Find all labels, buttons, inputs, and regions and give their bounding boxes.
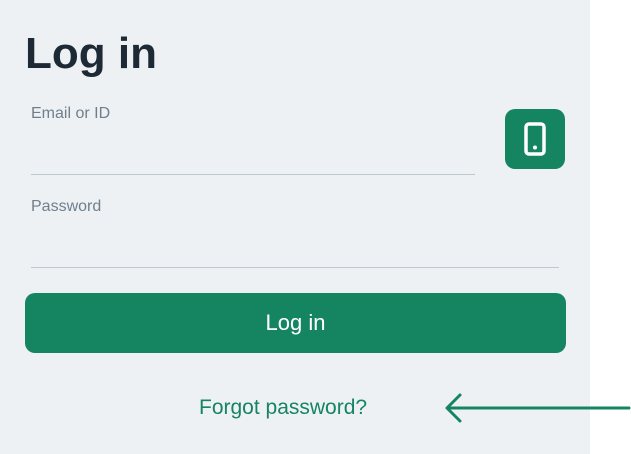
forgot-password-link[interactable]: Forgot password? [199,394,367,422]
phone-login-button[interactable] [505,109,565,169]
arrow-left-icon [445,393,631,423]
page-title: Log in [25,29,157,78]
smartphone-icon [524,122,546,156]
login-button[interactable]: Log in [25,293,566,353]
password-field-label: Password [31,198,102,215]
password-input[interactable] [31,239,559,268]
email-field-label: Email or ID [31,105,111,122]
login-panel: Log in Email or ID Password Log in Forgo… [0,0,590,454]
email-field: Email or ID [31,104,475,175]
email-input[interactable] [31,146,475,175]
password-field: Password [31,197,559,268]
